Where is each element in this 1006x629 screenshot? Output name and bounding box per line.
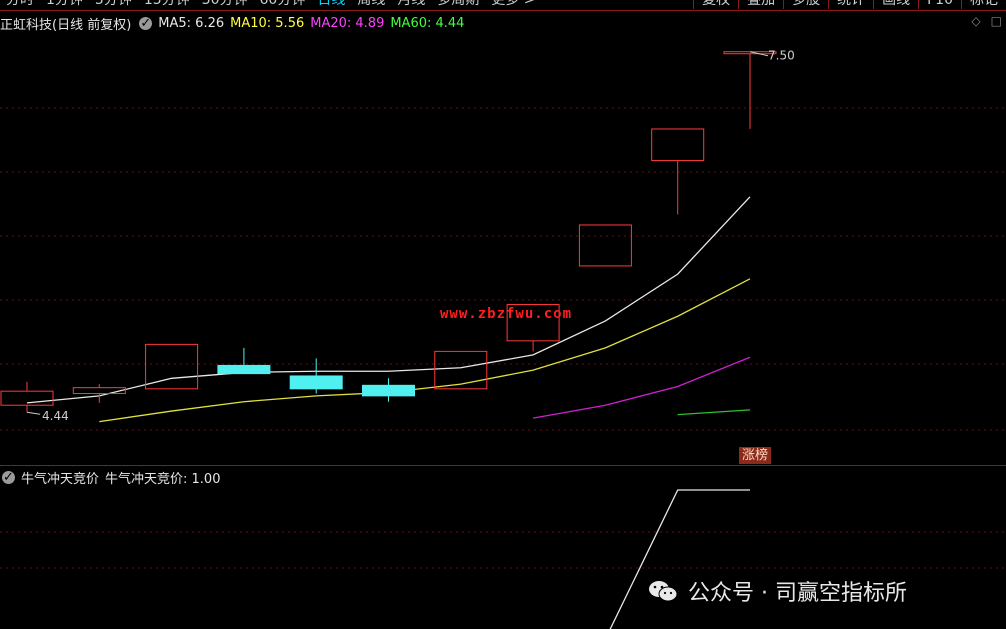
- high-label: 7.50: [768, 49, 795, 63]
- candle-body: [289, 375, 343, 390]
- candle-body: [0, 390, 54, 406]
- indicator-lines: [609, 489, 750, 629]
- ma10-line: [99, 278, 751, 423]
- candle-body: [217, 364, 271, 375]
- indicator-name[interactable]: 牛气冲天竞价: [21, 468, 99, 487]
- ma20-line: [532, 356, 751, 419]
- zhangbang-badge: 涨榜: [739, 447, 772, 464]
- wechat-icon: [649, 581, 678, 602]
- candle-body: [651, 128, 705, 162]
- low-arrow: [26, 411, 41, 415]
- indicator-value: 牛气冲天竞价: 1.00: [105, 471, 221, 487]
- candle-body: [434, 350, 488, 390]
- wechat-watermark: 公众号 · 司赢空指标所: [648, 575, 907, 607]
- candle-body: [362, 384, 415, 397]
- low-label: 4.44: [42, 409, 69, 423]
- pane-divider[interactable]: [0, 465, 1006, 466]
- watermark-url: www.zbzfwu.com: [440, 306, 573, 322]
- candle-body: [578, 224, 632, 267]
- candle-body: [72, 387, 126, 395]
- ma60-line: [677, 409, 751, 416]
- indicator-line: [609, 489, 750, 629]
- wechat-text: 公众号 · 司赢空指标所: [688, 581, 907, 606]
- chart-grid: [0, 107, 1006, 569]
- indicator-info-bar: ✓ 牛气冲天竞价 牛气冲天竞价: 1.00: [0, 467, 226, 487]
- ma5-line: [26, 196, 751, 404]
- candles: [0, 51, 777, 413]
- indicator-dropdown-icon[interactable]: ✓: [2, 470, 15, 484]
